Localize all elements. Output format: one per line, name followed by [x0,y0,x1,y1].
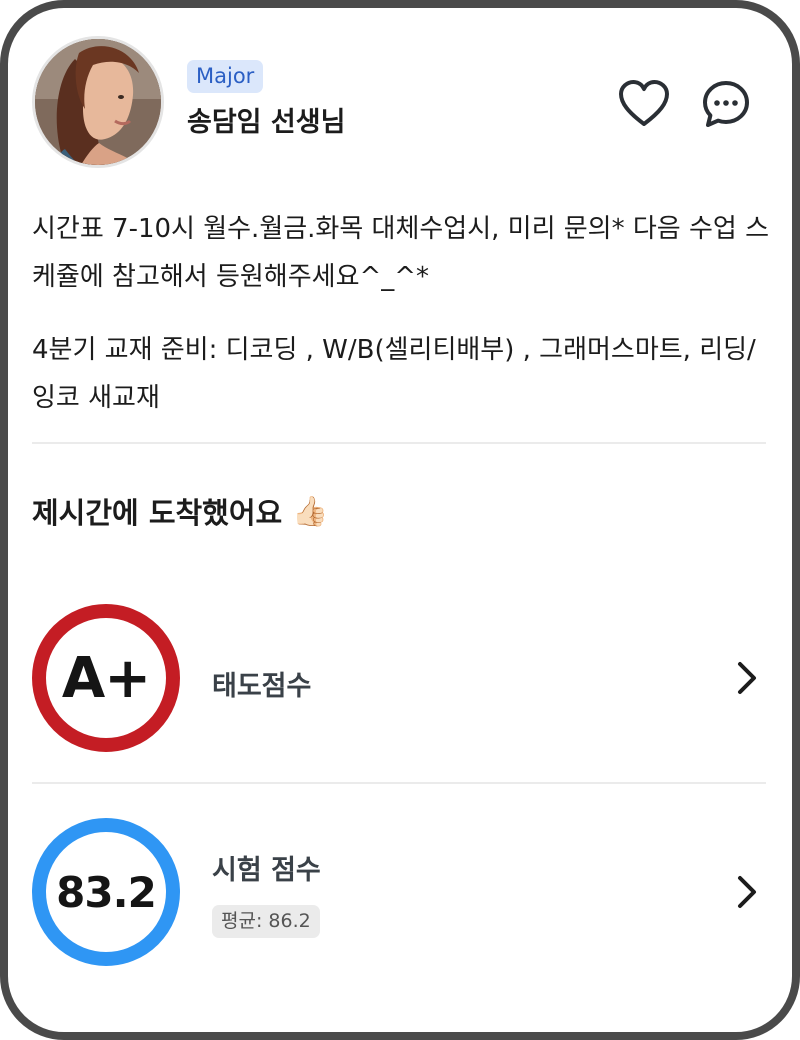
notice-paragraph-2: 4분기 교재 준비: 디코딩 , W/B(셀리티배부) , 그래머스마트, 리딩… [32,335,756,413]
teacher-photo-icon [35,39,161,165]
chat-bubble-icon [703,81,749,127]
teacher-name: 송담임 선생님 [187,107,346,138]
teacher-avatar[interactable] [32,36,164,168]
chevron-right-icon [738,662,756,694]
major-badge: Major [187,60,264,93]
attitude-detail-chevron[interactable] [732,658,762,698]
exam-score-label[interactable]: 시험 점수 [212,848,321,887]
chevron-right-icon [738,876,756,908]
exam-score-ring[interactable]: 83.2 [32,818,180,966]
exam-detail-chevron[interactable] [732,872,762,912]
exam-score-value: 83.2 [56,867,157,917]
phone-frame: Major 송담임 선생님 시간표 7-10시 월수.월금.화목 대체수업시, … [0,0,800,1040]
arrival-status-text: 제시간에 도착했어요 [32,496,283,530]
message-button[interactable] [696,74,756,134]
like-button[interactable] [614,74,674,134]
attitude-grade-value: A+ [61,645,151,711]
divider [32,782,766,784]
heart-icon [619,80,669,126]
exam-average-badge: 평균: 86.2 [212,905,320,938]
attitude-grade-ring[interactable]: A+ [32,604,180,752]
arrival-status: 제시간에 도착했어요 👍🏻 [32,490,328,532]
notice-paragraph-1: 시간표 7-10시 월수.월금.화목 대체수업시, 미리 문의* 다음 수업 스… [32,214,769,292]
attitude-score-label[interactable]: 태도점수 [212,664,311,703]
thumbs-up-icon: 👍🏻 [292,493,329,528]
divider [32,442,766,444]
